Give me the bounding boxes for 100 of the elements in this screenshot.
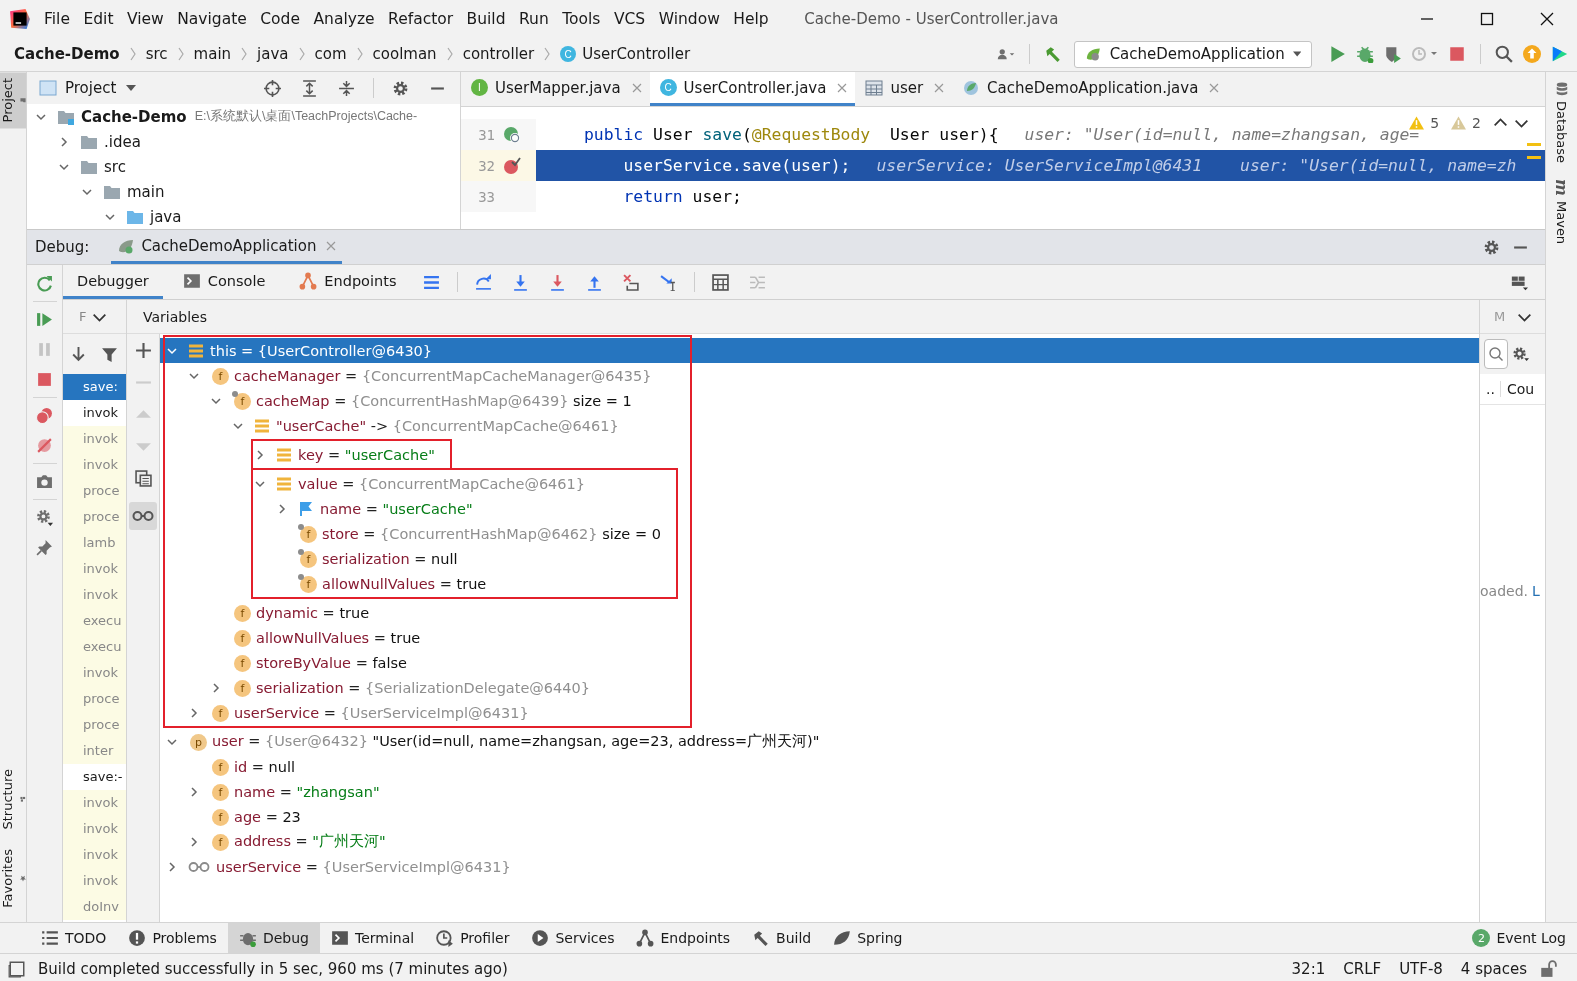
column-header[interactable]: Cou (1501, 381, 1535, 397)
down-arrow-icon[interactable] (549, 273, 567, 291)
tool-window-button[interactable]: TODO (30, 923, 118, 953)
variable-row[interactable]: f store = {ConcurrentHashMap@6462} size = 0 (276, 521, 661, 546)
project-tree-item[interactable]: src (27, 154, 460, 179)
menu-item[interactable]: Refactor (388, 9, 454, 28)
stack-frame[interactable]: invok (63, 400, 126, 426)
breakpoint-icon[interactable] (503, 156, 521, 175)
variable-row[interactable]: f id = null (188, 754, 1479, 779)
search-icon[interactable] (1488, 346, 1504, 362)
chevron-right-icon[interactable] (188, 785, 200, 798)
run-configuration-dropdown[interactable]: CacheDemoApplication (1074, 40, 1312, 68)
variable-row[interactable]: f cacheManager = {ConcurrentMapCacheManager@6435} (188, 363, 675, 388)
chevron-right-icon[interactable] (58, 135, 70, 148)
settings-icon[interactable] (36, 509, 53, 526)
filter-icon[interactable] (101, 345, 118, 363)
variable-row[interactable]: f allowNullValues = true (276, 571, 661, 596)
rerun-icon[interactable] (36, 275, 53, 292)
variable-row[interactable]: value = {ConcurrentMapCache@6461} (254, 471, 661, 496)
event-log-button[interactable]: 2 Event Log (1461, 923, 1577, 953)
stack-frame[interactable]: proce (63, 504, 126, 530)
link[interactable]: L (1532, 583, 1540, 599)
project-tree-item[interactable]: java (27, 204, 460, 229)
tool-window-button[interactable]: Debug (227, 923, 320, 953)
variable-row[interactable]: f address = "广州天河" (188, 829, 1479, 854)
expand-all-icon[interactable] (301, 79, 318, 97)
variable-row[interactable]: f serialization = null (276, 546, 661, 571)
chevron-right-icon[interactable] (166, 860, 178, 873)
editor-tab[interactable]: I UserMapper.java (461, 72, 650, 106)
bug-icon[interactable] (1356, 45, 1374, 63)
settings-icon[interactable] (1483, 238, 1500, 256)
breadcrumb-item[interactable]: Cache-Demo (14, 45, 120, 63)
cursor-arrow-icon[interactable] (660, 273, 678, 291)
shield-icon[interactable] (1384, 45, 1402, 63)
menu-item[interactable]: Build (466, 9, 506, 28)
diamond-logo-icon[interactable] (1551, 45, 1569, 63)
stack-frame[interactable]: invok (63, 452, 126, 478)
menu-item[interactable]: Code (260, 9, 300, 28)
variable-row[interactable]: f storeByValue = false (210, 650, 675, 675)
status-item[interactable]: 4 spaces (1460, 959, 1527, 978)
menu-item[interactable]: File (44, 9, 70, 28)
search-icon[interactable] (1495, 45, 1513, 63)
menu-item[interactable]: Tools (562, 9, 601, 28)
stack-frame[interactable]: save:- (63, 764, 126, 790)
variable-row[interactable]: f age = 23 (188, 804, 1479, 829)
breadcrumb-item[interactable]: src (145, 45, 168, 63)
tool-window-tab[interactable]: m Maven (1546, 169, 1577, 251)
debug-session-tab[interactable]: CacheDemoApplication (111, 230, 343, 264)
variable-row[interactable]: userService = {UserServiceImpl@6431} (166, 854, 1479, 879)
curved-arrow-icon[interactable] (475, 273, 493, 291)
tool-window-button[interactable]: Build (741, 923, 823, 953)
muted-breakpoint-icon[interactable] (36, 437, 53, 454)
stack-frame[interactable]: execu (63, 634, 126, 660)
variable-row[interactable]: f userService = {UserServiceImpl@6431} (188, 700, 675, 725)
breadcrumb-item[interactable]: main (193, 45, 232, 63)
chevron-right-icon[interactable] (188, 706, 200, 719)
resume-icon[interactable] (36, 311, 53, 328)
camera-icon[interactable] (36, 473, 53, 490)
editor-tab[interactable]: CacheDemoApplication.java (952, 72, 1228, 106)
stop-icon[interactable] (1448, 45, 1466, 63)
tool-window-button[interactable]: Terminal (319, 923, 426, 953)
down-arrow-icon[interactable] (512, 273, 530, 291)
stack-frame[interactable]: invok (63, 790, 126, 816)
stack-frame[interactable]: invok (63, 842, 126, 868)
chevron-right-icon[interactable] (254, 448, 266, 461)
variable-row[interactable]: this = {UserController@6430} (166, 338, 675, 363)
variable-row[interactable]: p user = {User@6432} "User(id=null, name=zhangsan, age=23, address=广州天河)" (166, 729, 1479, 754)
chevron-right-icon[interactable] (210, 681, 222, 694)
stack-frame[interactable]: proce (63, 686, 126, 712)
collapse-all-icon[interactable] (338, 79, 355, 97)
close-icon[interactable] (1539, 10, 1555, 27)
plus-icon[interactable] (134, 342, 152, 359)
project-tree-item[interactable]: Cache-Demo E:\系统默认\桌面\TeachProjects\Cache- (27, 104, 460, 129)
breakpoints-icon[interactable] (36, 407, 53, 424)
calculator-icon[interactable] (712, 273, 730, 291)
square-icon[interactable] (8, 959, 26, 978)
stack-frame[interactable]: invok (63, 868, 126, 894)
breadcrumb-item[interactable]: java (257, 45, 289, 63)
stack-frame[interactable]: execu (63, 608, 126, 634)
menu-item[interactable]: Edit (83, 9, 114, 28)
tool-window-tab[interactable]: Database (1546, 72, 1577, 170)
variable-row[interactable]: f cacheMap = {ConcurrentHashMap@6439} size = 1 (210, 388, 675, 413)
tool-window-button[interactable]: Profiler (425, 923, 521, 953)
menu-item[interactable]: Run (519, 9, 549, 28)
variable-row[interactable]: name = "userCache" (276, 496, 661, 521)
stack-frame[interactable]: invok (63, 660, 126, 686)
panel-title[interactable]: Project (65, 79, 117, 97)
menu-item[interactable]: Analyze (313, 9, 375, 28)
stack-frame[interactable]: proce (63, 712, 126, 738)
status-item[interactable]: CRLF (1343, 959, 1382, 978)
copy-icon[interactable] (134, 470, 152, 487)
variable-row[interactable]: f serialization = {SerializationDelegate@6440} (210, 675, 675, 700)
down-arrow-icon[interactable] (70, 345, 87, 363)
stack-frame[interactable]: lamb (63, 530, 126, 556)
stack-frame[interactable]: doInv (63, 894, 126, 920)
menu-item[interactable]: Navigate (177, 9, 247, 28)
settings-icon[interactable] (1512, 345, 1529, 363)
chevron-right-icon[interactable] (188, 835, 200, 848)
glasses-icon[interactable] (132, 510, 154, 522)
breadcrumb-item[interactable]: com (314, 45, 347, 63)
